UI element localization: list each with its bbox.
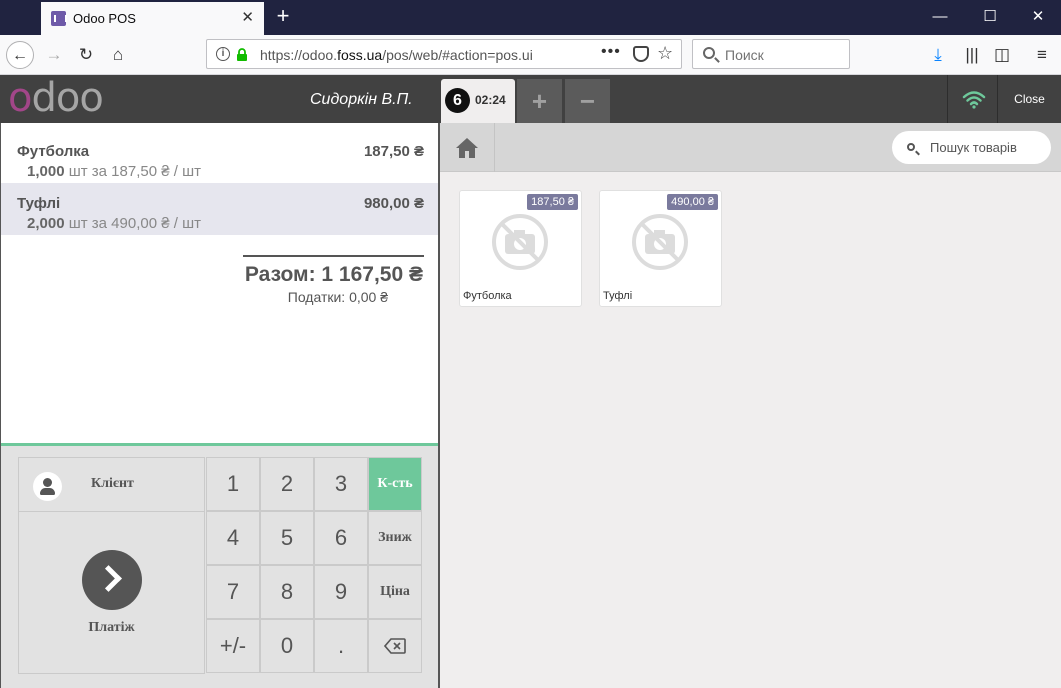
numpad-key-7[interactable]: 7 [206,565,260,619]
numpad-key-3[interactable]: 3 [314,457,368,511]
search-placeholder: Поиск [725,47,764,63]
numpad-key-sign[interactable]: +/- [206,619,260,673]
user-icon [33,472,62,501]
connection-status[interactable] [947,75,997,123]
order-tab[interactable]: 6 02:24 [441,79,515,123]
orderline-selected[interactable]: Туфлі 980,00 ₴ 2,000 шт за 490,00 ₴ / шт [1,183,438,235]
new-tab-button[interactable]: + [272,5,294,29]
numpad-key-1[interactable]: 1 [206,457,260,511]
reload-icon[interactable]: ↻ [72,41,100,69]
summary-divider [243,255,424,257]
no-image-camera-icon [632,214,688,270]
payment-button[interactable]: Платіж [18,511,205,674]
browser-titlebar: Odoo POS ✕ + — ☐ ✕ [0,0,1061,35]
url-text: https://odoo.foss.ua/pos/web/#action=pos… [260,47,533,63]
odoo-logo: odoo [8,75,104,121]
remove-order-button[interactable]: − [565,79,610,123]
product-search-input[interactable]: Пошук товарів [892,131,1051,164]
numpad-key-6[interactable]: 6 [314,511,368,565]
add-order-button[interactable]: + [517,79,562,123]
page-actions-icon[interactable]: ••• [601,43,621,61]
cashier-name[interactable]: Сидоркін В.П. [310,91,413,109]
bookmark-star-icon[interactable]: ☆ [657,43,673,64]
control-panel: Клієнт Платіж 1 2 3 К-сть 4 5 6 Зниж 7 8… [1,443,438,688]
order-taxes: Податки: 0,00 ₴ [287,289,388,305]
product-name: Туфлі [603,290,633,302]
wifi-icon [962,91,986,109]
sidebar-icon[interactable]: ◫ [988,41,1016,69]
client-label: Клієнт [91,476,134,491]
client-button[interactable]: Клієнт [18,457,205,512]
numpad-key-8[interactable]: 8 [260,565,314,619]
tab-close-icon[interactable]: ✕ [241,9,254,27]
product-price-tag: 187,50 ₴ [527,194,578,210]
order-pane: Футболка 187,50 ₴ 1,000 шт за 187,50 ₴ /… [0,123,440,688]
orderline-info: 2,000 шт за 490,00 ₴ / шт [27,215,201,232]
product-card[interactable]: 490,00 ₴ Туфлі [599,190,722,307]
no-image-camera-icon [492,214,548,270]
chevron-right-icon [82,550,142,610]
numpad-key-2[interactable]: 2 [260,457,314,511]
orderline[interactable]: Футболка 187,50 ₴ 1,000 шт за 187,50 ₴ /… [1,131,438,183]
menu-icon[interactable]: ≡ [1028,41,1056,69]
forward-arrow-icon[interactable]: → [40,41,68,69]
backspace-button[interactable] [368,619,422,673]
library-icon[interactable]: ||| [958,41,986,69]
orderline-price: 187,50 ₴ [363,143,424,160]
orderline-product-name: Туфлі [17,195,61,212]
product-price-tag: 490,00 ₴ [667,194,718,210]
orderline-price: 980,00 ₴ [363,195,424,212]
price-mode-button[interactable]: Ціна [368,565,422,619]
products-pane: Пошук товарів 187,50 ₴ Футболка 490,00 ₴… [440,123,1061,688]
order-total: Разом: 1 167,50 ₴ [244,263,423,286]
numpad-key-5[interactable]: 5 [260,511,314,565]
category-home-button[interactable] [440,123,495,172]
back-arrow-icon[interactable]: ← [6,41,34,69]
lock-icon [237,48,247,61]
numpad-key-0[interactable]: 0 [260,619,314,673]
minimize-icon[interactable]: — [929,6,951,28]
product-search-placeholder: Пошук товарів [930,140,1017,155]
numpad-key-4[interactable]: 4 [206,511,260,565]
odoo-favicon-icon [51,11,67,26]
tab-title: Odoo POS [73,11,136,26]
orderline-product-name: Футболка [17,143,90,160]
payment-label: Платіж [88,620,135,635]
order-time: 02:24 [475,93,506,107]
numpad-key-decimal[interactable]: . [314,619,368,673]
backspace-icon [383,638,406,654]
product-name: Футболка [463,290,512,302]
orderline-info: 1,000 шт за 187,50 ₴ / шт [27,163,201,180]
numpad-key-9[interactable]: 9 [314,565,368,619]
home-icon [456,138,478,158]
browser-tab[interactable]: Odoo POS ✕ [41,2,264,35]
products-header: Пошук товарів [440,123,1061,172]
window-close-icon[interactable]: ✕ [1027,6,1049,28]
url-bar[interactable]: i https://odoo.foss.ua/pos/web/#action=p… [206,39,682,69]
close-button[interactable]: Close [997,75,1061,123]
search-icon [907,143,915,151]
maximize-icon[interactable]: ☐ [979,6,1001,28]
browser-search-input[interactable]: Поиск [692,39,850,69]
home-browser-icon[interactable]: ⌂ [104,41,132,69]
order-number: 6 [445,88,470,113]
discount-mode-button[interactable]: Зниж [368,511,422,565]
download-icon[interactable]: ⤓ [924,41,952,69]
browser-navbar: ← → ↻ ⌂ i https://odoo.foss.ua/pos/web/#… [0,35,1061,75]
product-card[interactable]: 187,50 ₴ Футболка [459,190,582,307]
info-icon[interactable]: i [216,47,230,61]
pocket-icon[interactable] [633,46,649,62]
search-icon [703,47,715,59]
quantity-mode-button[interactable]: К-сть [368,457,422,511]
